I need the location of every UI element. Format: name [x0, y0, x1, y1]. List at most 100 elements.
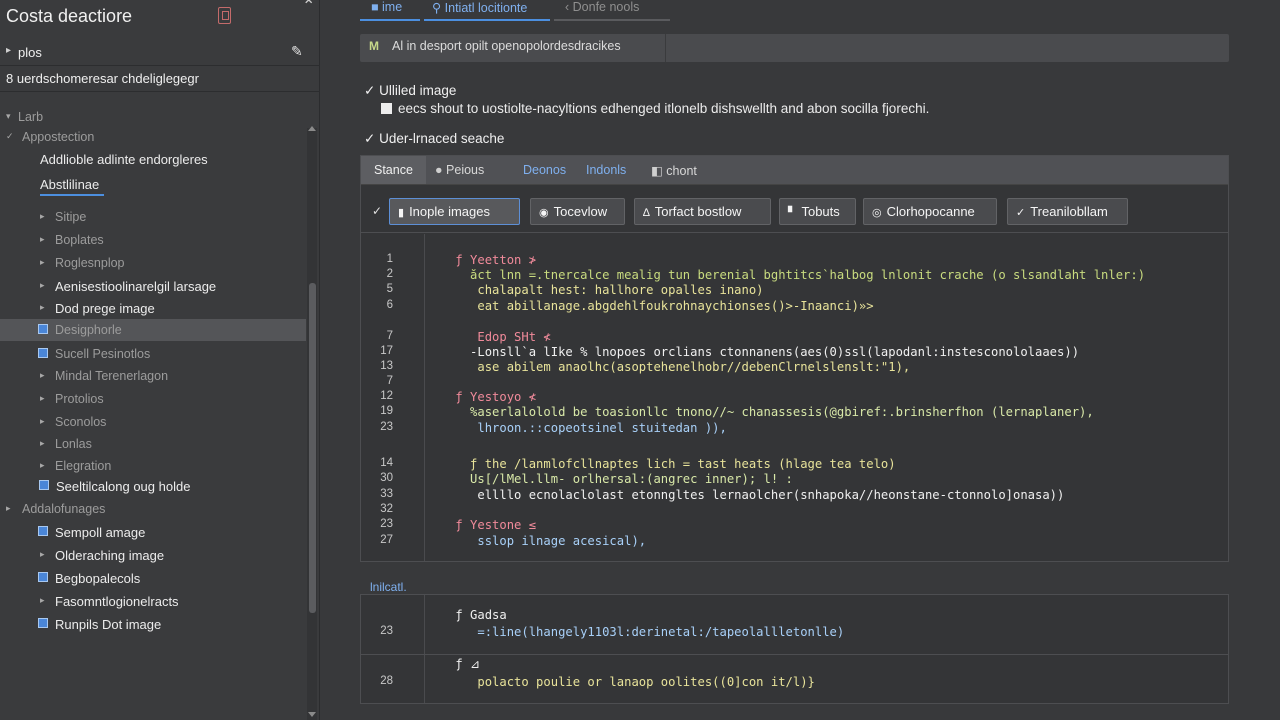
toolbar-icon: ▮ — [398, 207, 405, 219]
tree-item[interactable]: Addlioble adlinte endorgleres — [0, 148, 306, 170]
chevron-right-icon[interactable]: ▸ — [40, 416, 45, 427]
toolbar-button[interactable]: ◉ Tocevlow — [530, 198, 625, 225]
description-text: eecs shout to uostiolte-nacyltions edhen… — [381, 101, 929, 116]
tree-item[interactable]: ▸ Sconolos — [0, 411, 306, 433]
code-line: 23 lhroon.::copeotsinel stuitedan )), — [361, 421, 1228, 436]
tree-item[interactable]: Seeltilcalong oug holde — [0, 475, 306, 497]
toolbar-icon: ◎ — [872, 207, 882, 219]
check-icon[interactable]: ✓ — [6, 131, 14, 142]
chevron-right-icon[interactable]: ▸ — [40, 211, 45, 222]
chevron-right-icon[interactable]: ▸ — [40, 393, 45, 404]
tab-done-tools[interactable]: ‹ Donfe nools — [565, 0, 639, 20]
tree-item[interactable]: ▸ Sitipe — [0, 206, 306, 228]
tree-item[interactable]: ▸ Roglesnplop — [0, 252, 306, 274]
tree-item[interactable]: ✓ Appostection — [0, 126, 306, 148]
tree-item[interactable]: ▸ Elegration — [0, 455, 306, 477]
scroll-down-icon[interactable] — [308, 712, 316, 717]
tree-item[interactable]: Begbopalecols — [0, 567, 306, 589]
chevron-right-icon[interactable]: ▸ — [40, 257, 45, 268]
check-item-uploaded-image[interactable]: ✓ Ulliled image — [364, 83, 456, 99]
panel-tab[interactable]: ● Peious — [435, 156, 484, 184]
panel-tab[interactable]: Indonls — [586, 156, 626, 184]
tree-item-label: Sempoll amage — [55, 525, 146, 540]
tab-image[interactable]: ■ ime — [371, 0, 402, 20]
panel-tab-label: Stance — [374, 163, 413, 177]
search-bar[interactable]: M Al in desport opilt openopolordesdraci… — [360, 34, 1229, 62]
panel-tab-label: Deonos — [523, 163, 567, 177]
chevron-right-icon[interactable]: ▸ — [40, 370, 45, 381]
chevron-right-icon[interactable]: ▸ — [40, 302, 45, 313]
active-underline — [40, 194, 104, 196]
code-editor[interactable]: 1 ƒ Yeetton ≯ 2 ăct lnn =.tnercalce meali… — [361, 234, 1228, 561]
tree-item[interactable]: Runpils Dot image — [0, 613, 306, 635]
info-icon — [381, 103, 392, 114]
edit-icon[interactable]: ✎ — [291, 43, 303, 60]
line-number: 23 — [380, 625, 393, 637]
code-text: ƒ Yestoyo ≮ — [426, 390, 537, 404]
toolbar-button[interactable]: ▘ Tobuts — [779, 198, 856, 225]
chevron-down-icon[interactable]: ▾ — [6, 111, 11, 122]
code-panel: Stance ● Peious Deonos Indonls ◧ chont ✓ ▮ Ino… — [360, 155, 1229, 562]
tree-item-label: Boplates — [55, 233, 104, 247]
chevron-right-icon[interactable]: ▸ — [40, 460, 45, 471]
tree-item[interactable]: ▸ Boplates — [0, 229, 306, 251]
tree-item[interactable]: ▸ Olderaching image — [0, 544, 306, 566]
sidebar-row-plos[interactable]: ▸ plos ✎ — [0, 40, 320, 66]
tree-item[interactable]: Abstlilinae — [0, 173, 306, 196]
code-text: %aserlalolold be toasionllc tnono//~ cha… — [426, 405, 1094, 419]
item-icon — [38, 618, 48, 628]
code-line: 12 ƒ Yestoyo ≮ — [361, 390, 1228, 405]
chevron-right-icon[interactable]: ▸ — [40, 280, 45, 291]
panel-tab[interactable]: Stance — [361, 156, 426, 184]
code-text: ƒ Yestone ≤ — [426, 518, 537, 532]
tree-item[interactable]: ▾ Larb — [0, 106, 306, 128]
checkmark-icon: ✓ — [364, 131, 376, 146]
toolbar-button[interactable]: ∆ Torfact bostlow — [634, 198, 771, 225]
line-number: 19 — [380, 405, 393, 417]
bookmark-icon[interactable] — [218, 7, 231, 24]
tab-underline — [424, 19, 550, 21]
tree-item[interactable]: ▸ Aenisestioolinarelgil larsage — [0, 275, 306, 297]
panel-tab[interactable]: Deonos — [523, 156, 566, 184]
tree-item[interactable]: Desigphorle — [0, 319, 306, 341]
tree-item-label: Mindal Terenerlagon — [55, 369, 169, 383]
search-input[interactable]: Al in desport opilt openopolordesdracike… — [392, 39, 621, 53]
tree-item[interactable]: ▸ Dod prege image — [0, 297, 306, 319]
chevron-right-icon[interactable]: ▸ — [6, 503, 11, 514]
check-item-enhanced-search[interactable]: ✓ Uder-lrnaced seache — [364, 131, 504, 147]
description-label: eecs shout to uostiolte-nacyltions edhen… — [398, 101, 930, 116]
tree-item[interactable]: Sempoll amage — [0, 521, 306, 543]
toolbar-button[interactable]: ✓ Treanilobllam — [1007, 198, 1128, 225]
tree-item[interactable]: ▸ Protolios — [0, 388, 306, 410]
scroll-up-icon[interactable] — [308, 126, 316, 131]
chevron-right-icon[interactable]: ▸ — [40, 234, 45, 245]
item-icon — [38, 526, 48, 536]
checkmark-icon[interactable]: ✓ — [372, 204, 382, 218]
tree-item-label: Addalofunages — [22, 502, 106, 516]
tab-underline — [554, 19, 670, 21]
scrollbar-thumb[interactable] — [309, 283, 316, 613]
chevron-right-icon[interactable]: ▸ — [40, 438, 45, 449]
tree-item[interactable]: ▸ Fasomntlogionelracts — [0, 590, 306, 612]
tree-item[interactable]: ▸ Addalofunages — [0, 498, 306, 520]
toolbar-button-label: Clorhopocanne — [886, 204, 975, 219]
row-divider — [361, 654, 1228, 655]
tree-item[interactable]: ▸ Mindal Terenerlagon — [0, 365, 306, 387]
tab-initial-location[interactable]: ⚲ Intiatl locitionte — [432, 0, 527, 20]
tab-icon: ● — [435, 163, 447, 177]
chevron-right-icon[interactable]: ▸ — [40, 549, 45, 560]
secondary-code-panel[interactable]: ƒ Gadsa 23 =:line(lhangely1103l:derinetal… — [360, 594, 1229, 704]
toolbar-button[interactable]: ◎ Clorhopocanne — [863, 198, 997, 225]
panel-tab[interactable]: ◧ chont — [651, 156, 697, 184]
sidebar-row-filter[interactable]: 8 uerdschomeresar chdeliglegegr — [0, 66, 320, 92]
tree-item[interactable]: ▸ Lonlas — [0, 433, 306, 455]
search-divider — [665, 34, 666, 62]
toolbar-button[interactable]: ▮ Inople images — [389, 198, 520, 225]
close-icon[interactable]: ⌃ — [302, 0, 315, 16]
tree-item[interactable]: Sucell Pesinotlos — [0, 343, 306, 365]
code-line: 23 ƒ Yestone ≤ — [361, 518, 1228, 533]
code-line: 27 sslop ilnage acesical), — [361, 534, 1228, 549]
chevron-right-icon[interactable]: ▸ — [40, 595, 45, 606]
tree-item-label: Runpils Dot image — [55, 617, 162, 632]
